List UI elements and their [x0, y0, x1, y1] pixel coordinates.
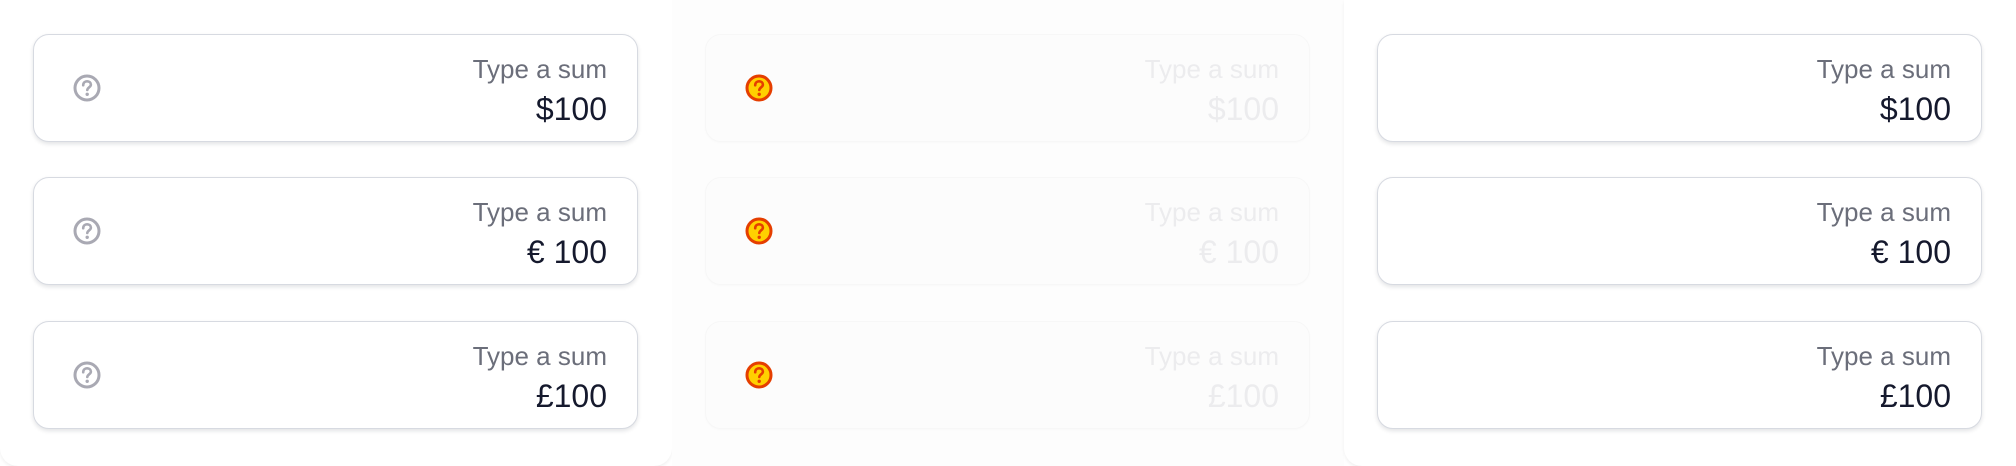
sum-input-usd-plain[interactable]: Type a sum $100 — [1377, 34, 1982, 142]
sum-input-value[interactable]: € 100 — [527, 232, 607, 272]
sum-input-eur-disabled: Type a sum € 100 — [705, 177, 1310, 285]
sum-input-eur-plain[interactable]: Type a sum € 100 — [1377, 177, 1982, 285]
question-circle-icon[interactable] — [72, 360, 102, 390]
sum-input-value: € 100 — [1198, 234, 1279, 270]
sum-input-label: Type a sum — [1144, 341, 1279, 371]
column-disabled: Type a sum $100 Type a sum € 100 Type a … — [672, 0, 1344, 466]
sum-input-eur[interactable]: Type a sum € 100 — [33, 177, 638, 285]
sum-input-label: Type a sum — [1816, 341, 1951, 371]
sum-input-gbp-disabled: Type a sum £100 — [705, 321, 1310, 429]
sum-input-label: Type a sum — [472, 341, 607, 371]
sum-input-usd-disabled: Type a sum $100 — [705, 34, 1310, 142]
sum-input-label: Type a sum — [472, 197, 607, 227]
sum-input-label: Type a sum — [472, 54, 607, 84]
currency-input-showcase: Type a sum $100 Type a sum € 100 Type a … — [0, 0, 2016, 466]
sum-input-label: Type a sum — [1816, 197, 1951, 227]
question-circle-icon[interactable] — [744, 216, 774, 246]
sum-input-value[interactable]: £100 — [536, 376, 607, 416]
question-circle-icon[interactable] — [72, 73, 102, 103]
sum-input-value: $100 — [1207, 91, 1279, 127]
question-circle-icon[interactable] — [744, 360, 774, 390]
sum-input-value[interactable]: $100 — [1880, 89, 1951, 129]
sum-input-value[interactable]: $100 — [536, 89, 607, 129]
sum-input-usd[interactable]: Type a sum $100 — [33, 34, 638, 142]
sum-input-label: Type a sum — [1144, 54, 1279, 84]
sum-input-gbp[interactable]: Type a sum £100 — [33, 321, 638, 429]
sum-input-value[interactable]: € 100 — [1871, 232, 1951, 272]
question-circle-icon[interactable] — [72, 216, 102, 246]
sum-input-label: Type a sum — [1816, 54, 1951, 84]
sum-input-label: Type a sum — [1144, 197, 1279, 227]
column-default: Type a sum $100 Type a sum € 100 Type a … — [0, 0, 672, 466]
sum-input-value[interactable]: £100 — [1880, 376, 1951, 416]
question-circle-icon[interactable] — [744, 73, 774, 103]
column-no-icon: Type a sum $100 Type a sum € 100 Type a … — [1344, 0, 2016, 466]
sum-input-value: £100 — [1207, 378, 1279, 414]
sum-input-gbp-plain[interactable]: Type a sum £100 — [1377, 321, 1982, 429]
